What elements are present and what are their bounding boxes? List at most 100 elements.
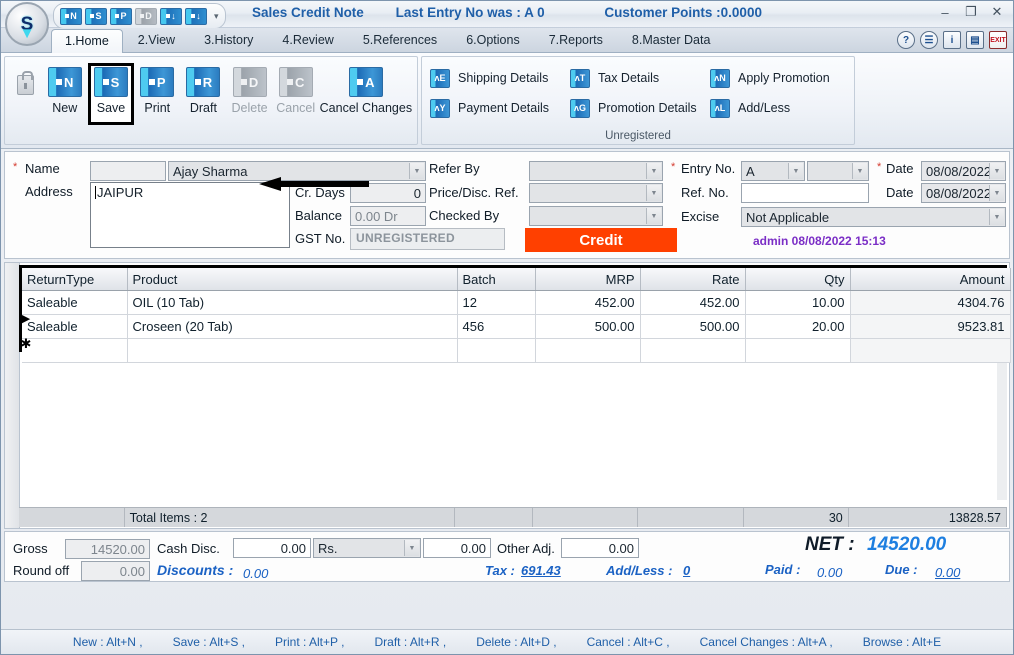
customer-name-input[interactable]: Ajay Sharma ▼ bbox=[168, 161, 426, 181]
draft-button-label: Draft bbox=[189, 101, 217, 115]
quick-access-toolbar[interactable]: N S P D ↓ ↓ ▾ bbox=[53, 3, 226, 29]
cash-disc-percent-input[interactable]: 0.00 bbox=[233, 538, 311, 558]
ref-date-input[interactable]: 08/08/2022 ▼ bbox=[921, 183, 1006, 203]
cell-batch[interactable]: 456 bbox=[457, 314, 536, 339]
tab-history[interactable]: 3.History bbox=[190, 28, 267, 52]
name-code-input[interactable] bbox=[90, 161, 166, 181]
cr-days-input[interactable]: 0 bbox=[350, 183, 426, 203]
col-returntype[interactable]: ReturnType bbox=[22, 268, 128, 291]
close-button[interactable]: ✕ bbox=[989, 4, 1005, 20]
maximize-button[interactable]: ❐ bbox=[963, 4, 979, 20]
notes-icon[interactable]: ▤ bbox=[966, 31, 984, 49]
col-mrp[interactable]: MRP bbox=[535, 268, 641, 291]
ref-no-input[interactable] bbox=[741, 183, 869, 203]
payment-details-button[interactable]: ʌY Payment Details bbox=[430, 93, 570, 123]
cell-amount[interactable]: 9523.81 bbox=[850, 314, 1011, 339]
cell-batch[interactable]: 12 bbox=[457, 290, 536, 315]
cell-amount[interactable] bbox=[850, 338, 1011, 363]
price-disc-ref-input[interactable]: ▼ bbox=[529, 183, 663, 203]
refer-by-input[interactable]: ▼ bbox=[529, 161, 663, 181]
chevron-down-icon[interactable]: ▾ bbox=[214, 11, 219, 22]
shipping-details-button[interactable]: ʌE Shipping Details bbox=[430, 63, 570, 93]
tax-value[interactable]: 691.43 bbox=[521, 563, 561, 578]
save-button[interactable]: S Save bbox=[87, 63, 135, 125]
qat-next-record-button[interactable]: ↓ bbox=[185, 7, 207, 25]
chevron-down-icon[interactable]: ▼ bbox=[646, 163, 661, 179]
tab-options[interactable]: 6.Options bbox=[452, 28, 534, 52]
info-icon[interactable]: i bbox=[943, 31, 961, 49]
cell-mrp[interactable]: 452.00 bbox=[535, 290, 641, 315]
tab-references[interactable]: 5.References bbox=[349, 28, 451, 52]
chevron-down-icon[interactable]: ▼ bbox=[989, 185, 1004, 201]
cell-rate[interactable]: 452.00 bbox=[640, 290, 746, 315]
cell-mrp[interactable] bbox=[535, 338, 641, 363]
col-amount[interactable]: Amount bbox=[850, 268, 1011, 291]
totals-amount: 13828.57 bbox=[848, 508, 1008, 527]
col-qty[interactable]: Qty bbox=[745, 268, 851, 291]
address-input[interactable]: JAIPUR bbox=[90, 182, 290, 248]
add-less-value[interactable]: 0 bbox=[683, 563, 690, 578]
cell-returntype[interactable]: Saleable bbox=[22, 314, 128, 339]
entry-no-input[interactable]: ▼ bbox=[807, 161, 869, 181]
cell-qty[interactable]: 20.00 bbox=[745, 314, 851, 339]
grid-table: ReturnType Product Batch MRP Rate Qty Am… bbox=[22, 268, 1011, 363]
cell-amount[interactable]: 4304.76 bbox=[850, 290, 1011, 315]
excise-select[interactable]: Not Applicable ▼ bbox=[741, 207, 1006, 227]
minimize-button[interactable]: – bbox=[937, 5, 953, 20]
cell-rate[interactable] bbox=[640, 338, 746, 363]
chevron-down-icon[interactable]: ▼ bbox=[646, 185, 661, 201]
cell-qty[interactable] bbox=[745, 338, 851, 363]
add-less-label: Add/Less : bbox=[606, 563, 673, 578]
entry-date-input[interactable]: 08/08/2022 ▼ bbox=[921, 161, 1006, 181]
new-button[interactable]: N New bbox=[42, 63, 88, 115]
cell-mrp[interactable]: 500.00 bbox=[535, 314, 641, 339]
tab-reports[interactable]: 7.Reports bbox=[535, 28, 617, 52]
draft-button[interactable]: R Draft bbox=[180, 63, 226, 115]
print-button[interactable]: P Print bbox=[134, 63, 180, 115]
cell-rate[interactable]: 500.00 bbox=[640, 314, 746, 339]
cash-disc-amount-input[interactable]: 0.00 bbox=[423, 538, 491, 558]
chevron-down-icon[interactable]: ▼ bbox=[404, 540, 419, 556]
entry-no-series-input[interactable]: A ▼ bbox=[741, 161, 805, 181]
chevron-down-icon[interactable]: ▼ bbox=[989, 163, 1004, 179]
support-icon[interactable]: ☰ bbox=[920, 31, 938, 49]
chevron-down-icon[interactable]: ▼ bbox=[989, 209, 1004, 225]
cash-disc-unit-select[interactable]: Rs. ▼ bbox=[313, 538, 421, 558]
cancel-changes-button[interactable]: A Cancel Changes bbox=[319, 63, 413, 115]
qat-save-button[interactable]: S bbox=[85, 7, 107, 25]
add-less-button[interactable]: ʌL Add/Less bbox=[710, 93, 850, 123]
cell-batch[interactable] bbox=[457, 338, 536, 363]
table-row[interactable]: Saleable Croseen (20 Tab) 456 500.00 500… bbox=[22, 314, 1011, 339]
cell-product[interactable]: Croseen (20 Tab) bbox=[127, 314, 458, 339]
apply-promotion-button[interactable]: ʌN Apply Promotion bbox=[710, 63, 850, 93]
qat-new-button[interactable]: N bbox=[60, 7, 82, 25]
promotion-details-button[interactable]: ʌG Promotion Details bbox=[570, 93, 710, 123]
tab-home[interactable]: 1.Home bbox=[51, 29, 123, 53]
cell-qty[interactable]: 10.00 bbox=[745, 290, 851, 315]
col-product[interactable]: Product bbox=[127, 268, 458, 291]
tab-view[interactable]: 2.View bbox=[124, 28, 189, 52]
qat-print-button[interactable]: P bbox=[110, 7, 132, 25]
due-value[interactable]: 0.00 bbox=[935, 565, 960, 580]
cell-product[interactable]: OIL (10 Tab) bbox=[127, 290, 458, 315]
exit-icon[interactable]: EXIT bbox=[989, 31, 1007, 49]
chevron-down-icon[interactable]: ▼ bbox=[409, 163, 424, 179]
col-batch[interactable]: Batch bbox=[457, 268, 536, 291]
qat-prev-record-button[interactable]: ↓ bbox=[160, 7, 182, 25]
tax-details-button[interactable]: ʌT Tax Details bbox=[570, 63, 710, 93]
chevron-down-icon[interactable]: ▼ bbox=[852, 163, 867, 179]
checked-by-input[interactable]: ▼ bbox=[529, 206, 663, 226]
help-icon[interactable]: ? bbox=[897, 31, 915, 49]
other-adj-input[interactable]: 0.00 bbox=[561, 538, 639, 558]
cell-product[interactable] bbox=[127, 338, 458, 363]
table-row-new[interactable] bbox=[22, 338, 1011, 363]
chevron-down-icon[interactable]: ▼ bbox=[788, 163, 803, 179]
col-rate[interactable]: Rate bbox=[640, 268, 746, 291]
table-row[interactable]: Saleable OIL (10 Tab) 12 452.00 452.00 1… bbox=[22, 290, 1011, 315]
tab-review[interactable]: 4.Review bbox=[268, 28, 347, 52]
cell-returntype[interactable] bbox=[22, 338, 128, 363]
chevron-down-icon[interactable]: ▼ bbox=[646, 208, 661, 224]
cell-returntype[interactable]: Saleable bbox=[22, 290, 128, 315]
tab-master-data[interactable]: 8.Master Data bbox=[618, 28, 725, 52]
credit-status-button[interactable]: Credit bbox=[525, 228, 677, 252]
